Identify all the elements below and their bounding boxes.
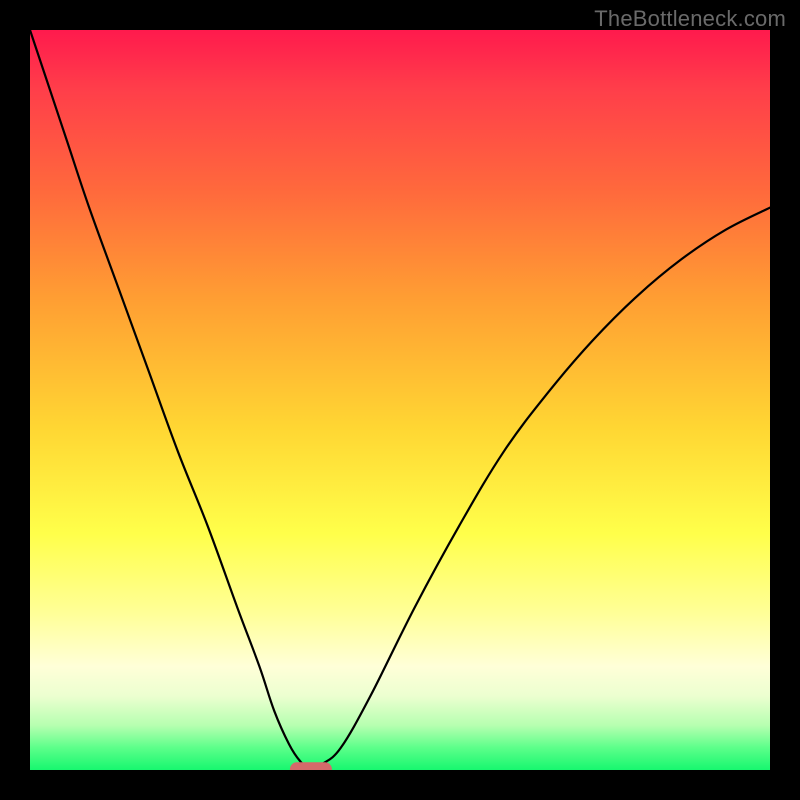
optimal-marker <box>290 762 332 770</box>
chart-frame: TheBottleneck.com <box>0 0 800 800</box>
plot-area <box>30 30 770 770</box>
bottleneck-curve <box>30 30 770 770</box>
watermark-label: TheBottleneck.com <box>594 6 786 32</box>
